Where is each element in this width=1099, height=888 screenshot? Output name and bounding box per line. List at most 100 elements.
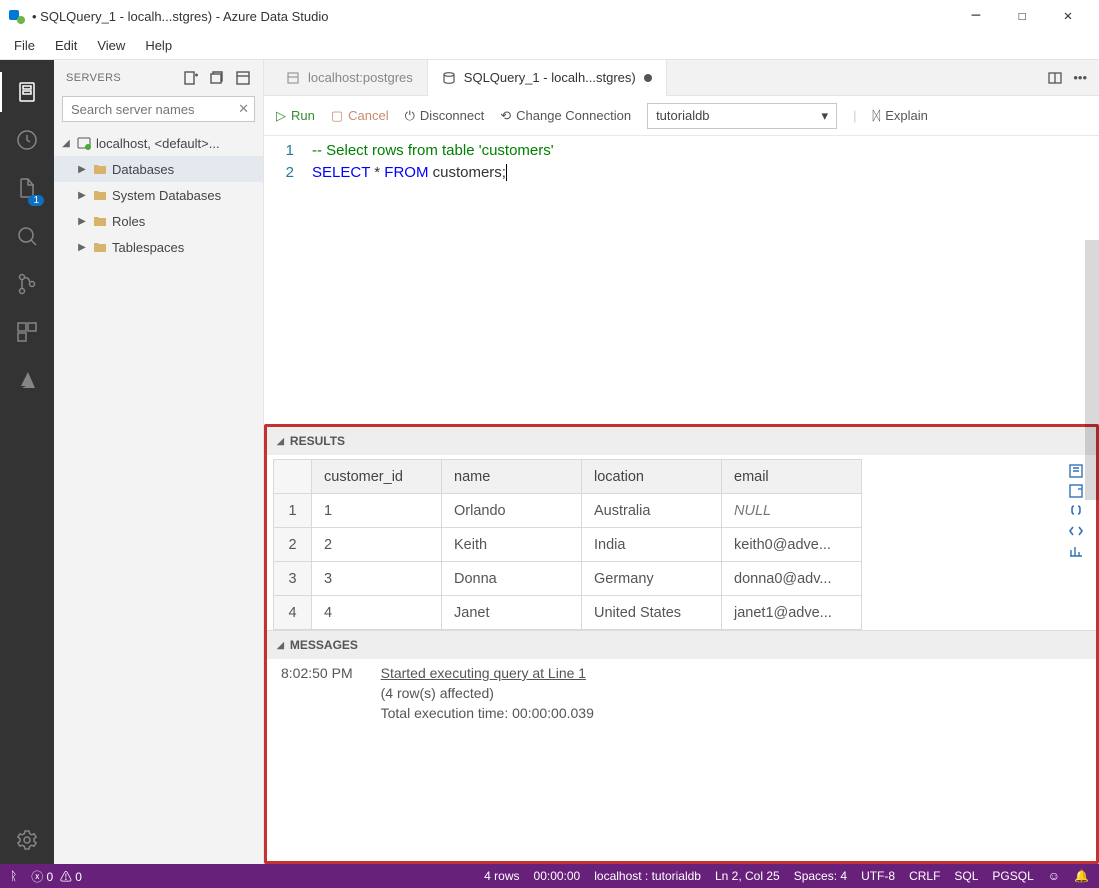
grid-row[interactable]: 4 4 Janet United States janet1@adve... (274, 596, 862, 630)
cell[interactable]: Orlando (442, 494, 582, 528)
more-icon[interactable]: ••• (1073, 70, 1087, 86)
run-label: Run (291, 108, 315, 123)
grid-row[interactable]: 3 3 Donna Germany donna0@adv... (274, 562, 862, 596)
split-editor-icon[interactable] (1047, 70, 1063, 86)
cell[interactable]: Janet (442, 596, 582, 630)
cell[interactable]: 4 (312, 596, 442, 630)
cell[interactable]: 2 (312, 528, 442, 562)
status-mode[interactable]: PGSQL (992, 869, 1033, 883)
database-icon (286, 71, 300, 85)
results-header[interactable]: ◢ RESULTS (267, 427, 1096, 455)
column-header[interactable]: email (722, 460, 862, 494)
connection-node[interactable]: ◢ localhost, <default>... (54, 130, 263, 156)
notifications-icon[interactable]: 🔔 (1074, 869, 1089, 883)
activity-azure[interactable] (0, 356, 54, 404)
activity-servers[interactable] (0, 68, 54, 116)
cell[interactable]: NULL (722, 494, 862, 528)
cell[interactable]: 1 (312, 494, 442, 528)
change-conn-label: Change Connection (516, 108, 631, 123)
folder-icon (92, 239, 108, 255)
server-dashboard-icon[interactable] (235, 70, 251, 86)
scrollbar-vertical[interactable] (1085, 240, 1099, 500)
cell[interactable]: India (582, 528, 722, 562)
message-line: Started executing query at Line 1 (381, 665, 594, 681)
tree-label: System Databases (112, 188, 221, 203)
menu-view[interactable]: View (87, 34, 135, 57)
activity-settings[interactable] (0, 816, 54, 864)
column-header[interactable]: name (442, 460, 582, 494)
tree-item-databases[interactable]: ▶ Databases (54, 156, 263, 182)
save-xml-icon[interactable] (1068, 523, 1084, 539)
cell[interactable]: Germany (582, 562, 722, 596)
menubar: File Edit View Help (0, 32, 1099, 60)
search-input[interactable] (62, 96, 255, 122)
disconnect-button[interactable]: ⏻ Disconnect (405, 108, 485, 124)
run-button[interactable]: ▷ Run (276, 108, 315, 124)
save-excel-icon[interactable] (1068, 483, 1084, 499)
tree-item-tablespaces[interactable]: ▶ Tablespaces (54, 234, 263, 260)
row-number: 4 (274, 596, 312, 630)
activity-source-control[interactable] (0, 260, 54, 308)
tree-item-system-databases[interactable]: ▶ System Databases (54, 182, 263, 208)
change-connection-button[interactable]: ⟲ Change Connection (500, 108, 631, 124)
cell[interactable]: 3 (312, 562, 442, 596)
status-server[interactable]: localhost : tutorialdb (594, 869, 701, 883)
menu-edit[interactable]: Edit (45, 34, 87, 57)
results-grid[interactable]: customer_id name location email 1 1 Orla… (273, 459, 862, 630)
column-header[interactable]: customer_id (312, 460, 442, 494)
folder-icon (92, 161, 108, 177)
save-csv-icon[interactable] (1068, 463, 1084, 479)
status-encoding[interactable]: UTF-8 (861, 869, 895, 883)
chart-icon[interactable] (1068, 543, 1084, 559)
activity-extensions[interactable] (0, 308, 54, 356)
minimize-button[interactable]: ─ (953, 0, 999, 32)
expand-arrow-icon: ▶ (76, 216, 88, 227)
tree-item-roles[interactable]: ▶ Roles (54, 208, 263, 234)
cell[interactable]: donna0@adv... (722, 562, 862, 596)
line-number: 2 (264, 162, 312, 184)
cancel-button[interactable]: ▢ Cancel (331, 108, 389, 124)
tab-query[interactable]: SQLQuery_1 - localh...stgres) (428, 60, 667, 96)
status-elapsed[interactable]: 00:00:00 (534, 869, 581, 883)
clear-search-icon[interactable]: ✕ (238, 101, 249, 117)
remote-icon[interactable]: ᚱ (10, 869, 17, 883)
new-group-icon[interactable] (209, 70, 225, 86)
menu-help[interactable]: Help (135, 34, 182, 57)
database-select[interactable]: tutorialdb ▾ (647, 103, 837, 129)
explain-button[interactable]: ᛞ Explain (872, 108, 927, 123)
status-language[interactable]: SQL (954, 869, 978, 883)
maximize-button[interactable]: ☐ (999, 0, 1045, 32)
cell[interactable]: Keith (442, 528, 582, 562)
server-icon (76, 135, 92, 151)
menu-file[interactable]: File (4, 34, 45, 57)
grid-row[interactable]: 1 1 Orlando Australia NULL (274, 494, 862, 528)
messages-header[interactable]: ◢ MESSAGES (267, 631, 1096, 659)
status-problems[interactable]: ⓧ 0 ⚠ 0 (31, 868, 82, 885)
new-connection-icon[interactable] (183, 70, 199, 86)
app-icon (8, 7, 26, 25)
feedback-icon[interactable]: ☺ (1048, 869, 1060, 883)
row-number: 1 (274, 494, 312, 528)
save-json-icon[interactable] (1068, 503, 1084, 519)
column-header[interactable]: location (582, 460, 722, 494)
cell[interactable]: Donna (442, 562, 582, 596)
close-button[interactable]: ✕ (1045, 0, 1091, 32)
sidebar: SERVERS ✕ ◢ localhost, <default>... ▶ Da… (54, 60, 264, 864)
status-cursor[interactable]: Ln 2, Col 25 (715, 869, 780, 883)
activity-search-history[interactable] (0, 116, 54, 164)
status-indent[interactable]: Spaces: 4 (794, 869, 847, 883)
cell[interactable]: janet1@adve... (722, 596, 862, 630)
status-eol[interactable]: CRLF (909, 869, 940, 883)
tab-connection[interactable]: localhost:postgres (272, 60, 428, 96)
folder-icon (92, 187, 108, 203)
cell[interactable]: keith0@adve... (722, 528, 862, 562)
grid-row[interactable]: 2 2 Keith India keith0@adve... (274, 528, 862, 562)
code-editor[interactable]: 1 -- Select rows from table 'customers' … (264, 136, 1099, 184)
status-rows[interactable]: 4 rows (484, 869, 519, 883)
database-select-value: tutorialdb (656, 108, 709, 123)
cell[interactable]: Australia (582, 494, 722, 528)
grid-header-row: customer_id name location email (274, 460, 862, 494)
activity-explorer[interactable]: 1 (0, 164, 54, 212)
cell[interactable]: United States (582, 596, 722, 630)
activity-search[interactable] (0, 212, 54, 260)
